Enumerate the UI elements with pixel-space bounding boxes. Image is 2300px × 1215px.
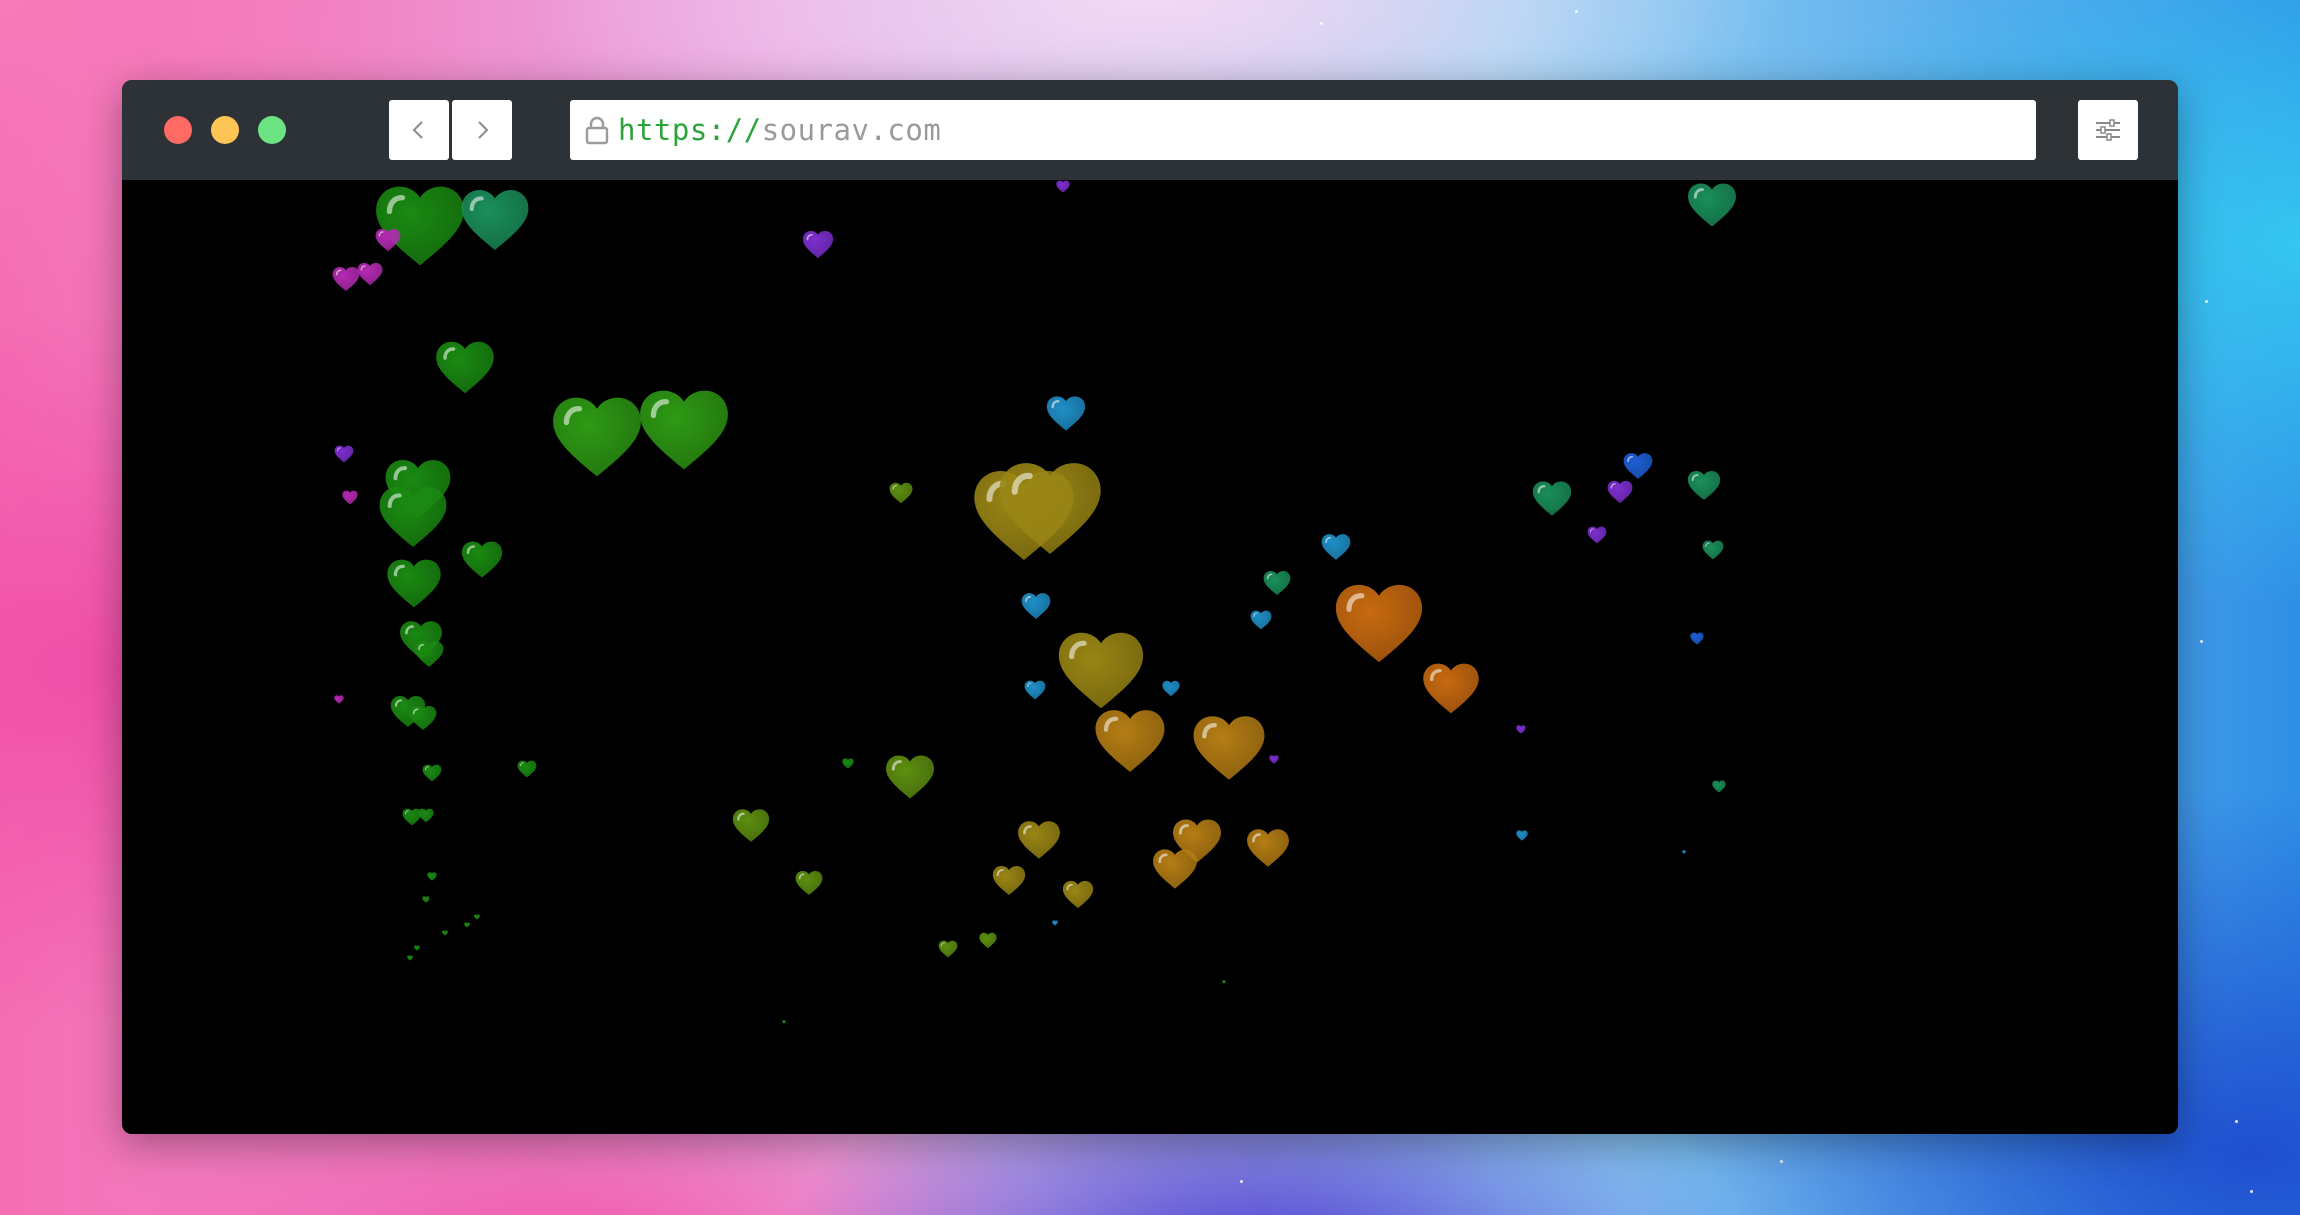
heart-icon bbox=[782, 1020, 786, 1024]
heart-icon bbox=[1250, 610, 1272, 630]
heart-icon bbox=[1587, 526, 1607, 544]
heart-icon bbox=[1052, 920, 1058, 926]
background-star bbox=[2200, 640, 2203, 643]
heart-icon bbox=[1702, 540, 1724, 560]
url-host: sourav.com bbox=[761, 113, 942, 147]
url-scheme: https:// bbox=[618, 113, 762, 147]
maximize-window-button[interactable] bbox=[258, 116, 286, 144]
heart-icon bbox=[376, 186, 464, 266]
background-star bbox=[1780, 1160, 1783, 1163]
heart-icon bbox=[409, 705, 437, 731]
heart-icon bbox=[461, 541, 503, 578]
heart-icon bbox=[1712, 780, 1726, 793]
heart-icon bbox=[842, 758, 854, 769]
heart-icon bbox=[357, 262, 383, 286]
heart-icon bbox=[795, 870, 823, 896]
settings-button[interactable] bbox=[2078, 100, 2138, 160]
heart-icon bbox=[517, 760, 537, 778]
heart-icon bbox=[1687, 470, 1721, 501]
heart-icon bbox=[979, 932, 997, 949]
heart-icon bbox=[1095, 710, 1165, 772]
heart-icon bbox=[1062, 880, 1094, 909]
heart-icon bbox=[1193, 716, 1265, 780]
heart-icon bbox=[427, 872, 437, 881]
address-bar[interactable]: https://sourav.com bbox=[570, 100, 2036, 160]
background-star bbox=[2205, 300, 2208, 303]
heart-icon bbox=[1046, 396, 1086, 431]
heart-icon bbox=[1423, 663, 1479, 714]
heart-icon bbox=[1516, 725, 1526, 734]
heart-icon bbox=[1024, 680, 1046, 700]
heart-icon bbox=[886, 755, 934, 799]
heart-icon bbox=[1607, 480, 1633, 504]
heart-icon bbox=[889, 482, 913, 504]
heart-icon bbox=[1690, 632, 1704, 645]
heart-icon bbox=[1056, 180, 1070, 193]
heart-icon bbox=[379, 487, 447, 547]
url-text: https://sourav.com bbox=[618, 113, 941, 147]
heart-icon bbox=[1018, 821, 1060, 859]
heart-icon bbox=[1335, 584, 1423, 663]
background-star bbox=[2250, 1190, 2253, 1193]
heart-icon bbox=[407, 955, 413, 961]
heart-icon bbox=[464, 922, 470, 928]
heart-icon bbox=[1021, 593, 1051, 619]
heart-icon bbox=[1222, 980, 1226, 984]
background-star bbox=[1240, 1180, 1243, 1183]
heart-icon bbox=[1162, 680, 1180, 697]
heart-icon bbox=[938, 940, 958, 958]
heart-icon bbox=[332, 266, 360, 292]
heart-icon bbox=[992, 865, 1026, 896]
forward-button[interactable] bbox=[452, 100, 512, 160]
heart-icon bbox=[1173, 819, 1221, 863]
heart-icon bbox=[640, 390, 728, 470]
background-star bbox=[2235, 1120, 2238, 1123]
heart-icon bbox=[418, 808, 434, 823]
heart-icon bbox=[436, 341, 494, 394]
page-canvas bbox=[122, 180, 2178, 1134]
heart-icon bbox=[1263, 570, 1291, 596]
heart-icon bbox=[1058, 632, 1144, 709]
heart-icon bbox=[342, 490, 358, 505]
heart-icon bbox=[802, 230, 834, 259]
chevron-right-icon bbox=[478, 121, 489, 139]
heart-icon bbox=[1532, 481, 1572, 516]
heart-icon bbox=[1321, 534, 1351, 560]
heart-icon bbox=[334, 445, 354, 463]
heart-icon bbox=[553, 397, 641, 477]
chevron-left-icon bbox=[412, 121, 423, 139]
browser-toolbar: https://sourav.com bbox=[122, 80, 2178, 180]
heart-icon bbox=[474, 914, 480, 920]
heart-icon bbox=[414, 641, 444, 667]
heart-icon bbox=[375, 228, 401, 252]
background-star bbox=[1575, 10, 1578, 13]
heart-icon bbox=[461, 190, 529, 250]
heart-icon bbox=[422, 896, 430, 903]
heart-icon bbox=[1269, 755, 1279, 764]
heart-icon bbox=[732, 809, 770, 842]
browser-window: https://sourav.com bbox=[122, 80, 2178, 1134]
heart-icon bbox=[1623, 453, 1653, 479]
heart-icon bbox=[1516, 830, 1528, 841]
heart-icon bbox=[442, 930, 448, 936]
heart-icon bbox=[387, 559, 441, 608]
heart-icon bbox=[334, 695, 344, 704]
heart-icon bbox=[1688, 183, 1736, 227]
minimize-window-button[interactable] bbox=[211, 116, 239, 144]
heart-icon bbox=[1682, 850, 1686, 854]
sliders-icon bbox=[2096, 119, 2120, 141]
heart-icon bbox=[422, 764, 442, 782]
lock-icon bbox=[582, 113, 612, 147]
heart-icon bbox=[999, 463, 1101, 554]
heart-icon bbox=[1247, 829, 1289, 867]
background-star bbox=[1320, 22, 1323, 25]
heart-icon bbox=[414, 945, 420, 951]
back-button[interactable] bbox=[389, 100, 449, 160]
close-window-button[interactable] bbox=[164, 116, 192, 144]
